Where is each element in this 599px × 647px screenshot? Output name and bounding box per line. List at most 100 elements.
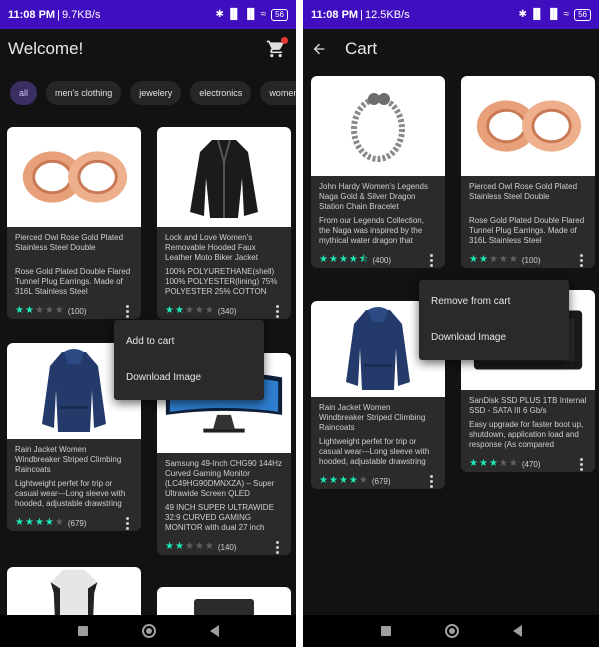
product-name: Pierced Owl Rose Gold Plated Stainless S… <box>15 233 124 252</box>
more-options-icon[interactable] <box>425 252 437 268</box>
star-icon: ★ <box>488 254 498 265</box>
more-options-icon[interactable] <box>575 456 587 472</box>
more-options-icon[interactable] <box>271 303 283 319</box>
chip-mens-clothing[interactable]: men's clothing <box>46 81 122 105</box>
cart-options-menu: Remove from cart Download Image <box>419 280 569 360</box>
rose-gold-plugs-icon <box>15 137 133 217</box>
product-name: Lock and Love Women's Removable Hooded F… <box>165 233 258 262</box>
rating-stars: ★ ★ ★ ★ ⯪ <box>319 255 368 265</box>
star-icon: ⯪ <box>358 254 369 265</box>
star-icon: ★ <box>469 458 478 469</box>
rose-gold-plugs-icon <box>469 86 587 166</box>
chip-all[interactable]: all <box>10 81 38 105</box>
dragon-bracelet-icon <box>338 81 418 171</box>
star-icon: ★ <box>165 541 174 552</box>
product-description: 49 INCH SUPER ULTRAWIDE 32:9 CURVED GAMI… <box>165 503 274 532</box>
star-icon: ★ <box>508 254 518 265</box>
rating-count: (470) <box>521 459 541 469</box>
star-icon: ★ <box>328 254 338 265</box>
product-image <box>311 76 445 176</box>
product-name: SanDisk SSD PLUS 1TB Internal SSD - SATA… <box>469 396 587 415</box>
download-image-menu-item[interactable]: Download Image <box>114 360 264 396</box>
status-speed: 9.7KB/s <box>61 8 101 21</box>
recents-button[interactable] <box>77 626 88 636</box>
rating-stars: ★ ★ ★ ★ ★ <box>15 306 64 316</box>
signal-icons: ✱ ▐▌ ▐▌ ≈ <box>518 9 570 20</box>
star-icon: ★ <box>54 517 64 528</box>
star-icon: ★ <box>488 458 498 469</box>
product-description: Rose Gold Plated Double Flared Tunnel Pl… <box>15 267 131 296</box>
more-options-icon[interactable] <box>575 252 587 268</box>
battery-icon: 56 <box>271 8 288 21</box>
rating-stars: ★ ★ ★ ★ ★ <box>469 459 518 469</box>
product-card[interactable]: Pierced Owl Rose Gold Plated Stainless S… <box>7 127 141 319</box>
more-options-icon[interactable] <box>121 303 133 319</box>
chip-jewelery[interactable]: jewelery <box>130 81 182 105</box>
star-icon: ★ <box>498 254 508 265</box>
cart-item-card[interactable]: Pierced Owl Rose Gold Plated Stainless S… <box>461 76 595 268</box>
status-icons: ✱ ▐▌ ▐▌ ≈ 56 <box>216 8 288 21</box>
status-icons: ✱ ▐▌ ▐▌ ≈ 56 <box>518 8 591 21</box>
chip-electronics[interactable]: electronics <box>190 81 252 105</box>
status-time: 11:08 PM <box>311 8 359 21</box>
chip-womens-clothing[interactable]: women's clothing <box>260 81 296 105</box>
rating-count: (140) <box>217 542 237 552</box>
system-nav-bar <box>0 615 296 647</box>
star-icon: ★ <box>15 517 24 528</box>
back-button[interactable] <box>311 38 333 60</box>
star-icon: ★ <box>24 517 34 528</box>
star-icon: ★ <box>165 305 174 316</box>
cart-button[interactable] <box>264 37 288 61</box>
product-description: Lightweight perfet for trip or casual we… <box>15 479 126 508</box>
star-icon: ★ <box>204 541 214 552</box>
product-name: Pierced Owl Rose Gold Plated Stainless S… <box>469 182 578 201</box>
rating-stars: ★ ★ ★ ★ ★ <box>319 476 368 486</box>
more-options-icon[interactable] <box>121 515 133 531</box>
page-title: Cart <box>345 39 378 58</box>
cart-item-card[interactable]: John Hardy Women's Legends Naga Gold & S… <box>311 76 445 268</box>
more-options-icon[interactable] <box>425 473 437 489</box>
recents-button[interactable] <box>380 626 391 636</box>
star-icon: ★ <box>34 517 44 528</box>
star-icon: ★ <box>338 254 348 265</box>
system-nav-bar <box>303 615 599 647</box>
rating-count: (100) <box>67 306 87 316</box>
product-card[interactable]: Lock and Love Women's Removable Hooded F… <box>157 127 291 319</box>
star-icon: ★ <box>44 305 54 316</box>
star-icon: ★ <box>174 541 184 552</box>
star-icon: ★ <box>469 254 478 265</box>
rating-count: (679) <box>371 476 391 486</box>
star-icon: ★ <box>34 305 44 316</box>
download-image-menu-item[interactable]: Download Image <box>419 320 569 356</box>
star-icon: ★ <box>319 254 328 265</box>
back-nav-button[interactable] <box>209 625 219 637</box>
star-icon: ★ <box>204 305 214 316</box>
product-image <box>7 127 141 227</box>
back-nav-button[interactable] <box>512 625 522 637</box>
star-icon: ★ <box>174 305 184 316</box>
home-button[interactable] <box>444 624 459 638</box>
star-icon: ★ <box>338 475 348 486</box>
status-bar: 11:08 PM | 12.5KB/s ✱ ▐▌ ▐▌ ≈ 56 <box>303 0 599 29</box>
status-time: 11:08 PM <box>8 8 56 21</box>
star-icon: ★ <box>498 458 508 469</box>
product-description: Lightweight perfet for trip or casual we… <box>319 437 430 466</box>
rating-stars: ★ ★ ★ ★ ★ <box>165 306 214 316</box>
star-icon: ★ <box>319 475 328 486</box>
rating-stars: ★ ★ ★ ★ ★ <box>469 255 518 265</box>
home-button[interactable] <box>141 624 156 638</box>
product-description: Easy upgrade for faster boot up, shutdow… <box>469 420 584 449</box>
app-bar: Welcome! <box>0 29 296 69</box>
rain-jacket-icon <box>34 346 114 436</box>
star-icon: ★ <box>328 475 338 486</box>
star-icon: ★ <box>44 517 54 528</box>
category-chips: all men's clothing jewelery electronics … <box>10 81 296 107</box>
add-to-cart-menu-item[interactable]: Add to cart <box>114 324 264 360</box>
rating-count: (400) <box>372 255 392 265</box>
product-image <box>157 127 291 227</box>
product-name: Samsung 49-Inch CHG90 144Hz Curved Gamin… <box>165 459 282 498</box>
rating-stars: ★ ★ ★ ★ ★ <box>165 542 214 552</box>
more-options-icon[interactable] <box>271 539 283 555</box>
status-bar: 11:08 PM | 9.7KB/s ✱ ▐▌ ▐▌ ≈ 56 <box>0 0 296 29</box>
remove-from-cart-menu-item[interactable]: Remove from cart <box>419 284 569 320</box>
